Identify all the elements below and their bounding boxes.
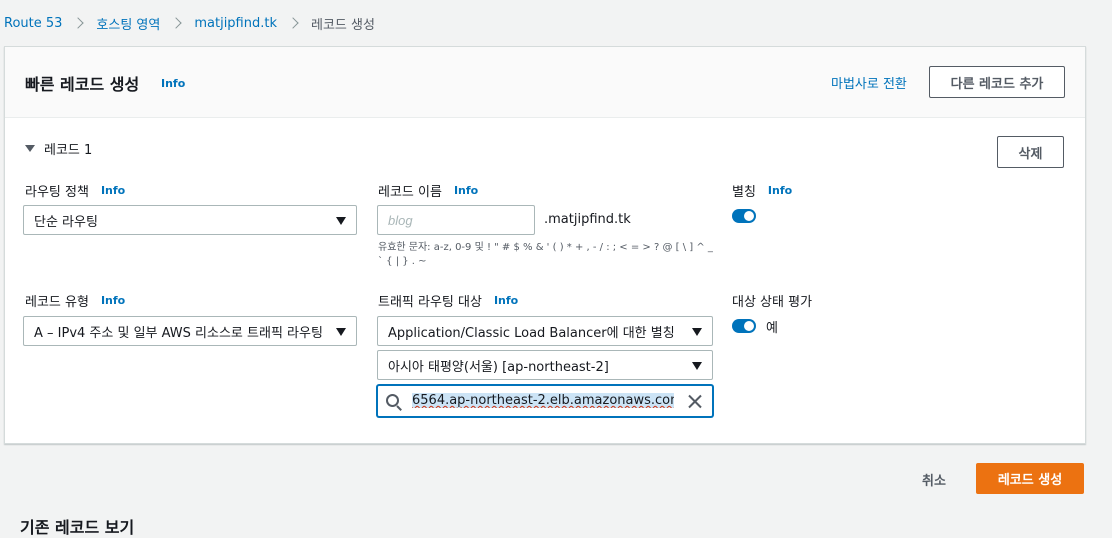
cancel-button[interactable]: 취소 (922, 470, 946, 489)
title-info-link[interactable]: Info (161, 77, 185, 90)
breadcrumb-current: 레코드 생성 (311, 17, 375, 33)
create-records-button[interactable]: 레코드 생성 (976, 463, 1084, 494)
alias-toggle[interactable] (732, 209, 756, 223)
routing-policy-label: 라우팅 정책 Info (25, 181, 125, 200)
quick-create-panel: 빠른 레코드 생성 Info 마법사로 전환 다른 레코드 추가 레코드 1 삭… (4, 46, 1086, 444)
panel-header: 빠른 레코드 생성 Info 마법사로 전환 다른 레코드 추가 (5, 47, 1085, 118)
region-value: 아시아 태평양(서울) [ap-northeast-2] (388, 359, 609, 375)
switch-wizard-link[interactable]: 마법사로 전환 (831, 73, 907, 92)
alias-label-text: 별칭 (732, 185, 756, 200)
record-type-select[interactable]: A – IPv4 주소 및 일부 AWS 리소스로 트래픽 라우팅 (23, 316, 357, 346)
routing-policy-info-link[interactable]: Info (101, 184, 125, 197)
caret-down-icon (25, 145, 35, 152)
record-name-label: 레코드 이름 Info (378, 181, 478, 200)
endpoint-value: Application/Classic Load Balancer에 대한 별칭 (388, 325, 675, 341)
breadcrumb: Route 53 호스팅 영역 matjipfind.tk 레코드 생성 (4, 14, 375, 33)
alias-label: 별칭 Info (732, 181, 792, 200)
region-select[interactable]: 아시아 태평양(서울) [ap-northeast-2] (377, 350, 713, 380)
chevron-right-icon (287, 17, 299, 29)
record-type-value: A – IPv4 주소 및 일부 AWS 리소스로 트래픽 라우팅 (34, 325, 323, 341)
record-name-hint: 유효한 문자: a-z, 0-9 및 ! " # $ % & ' ( ) * +… (378, 242, 713, 267)
record-name-suffix: .matjipfind.tk (544, 212, 631, 227)
caret-down-icon (692, 362, 702, 370)
breadcrumb-route53[interactable]: Route 53 (4, 16, 62, 31)
health-check-label: 대상 상태 평가 (732, 291, 812, 310)
routing-policy-value: 단순 라우팅 (34, 214, 98, 230)
caret-down-icon (336, 217, 346, 225)
breadcrumb-zone[interactable]: matjipfind.tk (194, 16, 277, 31)
record-expander-label: 레코드 1 (44, 143, 93, 158)
existing-records-heading: 기존 레코드 보기 (20, 518, 135, 537)
route-target-info-link[interactable]: Info (494, 294, 518, 307)
health-check-toggle[interactable] (732, 319, 756, 333)
record-type-label-text: 레코드 유형 (25, 295, 89, 310)
load-balancer-search-value: 6564.ap-northeast-2.elb.amazonaws.com (412, 393, 674, 408)
route-target-label: 트래픽 라우팅 대상 Info (378, 291, 518, 310)
endpoint-select[interactable]: Application/Classic Load Balancer에 대한 별칭 (377, 316, 713, 346)
chevron-right-icon (72, 17, 85, 29)
close-icon[interactable] (688, 394, 702, 408)
caret-down-icon (692, 328, 702, 336)
record-expander[interactable]: 레코드 1 (25, 139, 92, 158)
caret-down-icon (336, 328, 346, 336)
delete-record-button[interactable]: 삭제 (997, 136, 1064, 168)
record-name-input[interactable] (377, 205, 535, 235)
health-check-value: 예 (766, 321, 778, 336)
page-title: 빠른 레코드 생성 (25, 75, 140, 94)
add-record-button[interactable]: 다른 레코드 추가 (929, 66, 1065, 98)
search-icon (386, 394, 399, 407)
record-type-label: 레코드 유형 Info (25, 291, 125, 310)
chevron-right-icon (170, 17, 183, 29)
health-check-label-text: 대상 상태 평가 (732, 295, 813, 310)
load-balancer-search-input[interactable]: 6564.ap-northeast-2.elb.amazonaws.com (377, 385, 713, 417)
record-type-info-link[interactable]: Info (101, 294, 125, 307)
routing-policy-label-text: 라우팅 정책 (25, 185, 89, 200)
breadcrumb-hosted-zones[interactable]: 호스팅 영역 (96, 14, 160, 33)
record-name-info-link[interactable]: Info (454, 184, 478, 197)
record-name-label-text: 레코드 이름 (378, 185, 442, 200)
routing-policy-select[interactable]: 단순 라우팅 (23, 205, 357, 235)
route-target-label-text: 트래픽 라우팅 대상 (378, 295, 482, 310)
alias-info-link[interactable]: Info (768, 184, 792, 197)
